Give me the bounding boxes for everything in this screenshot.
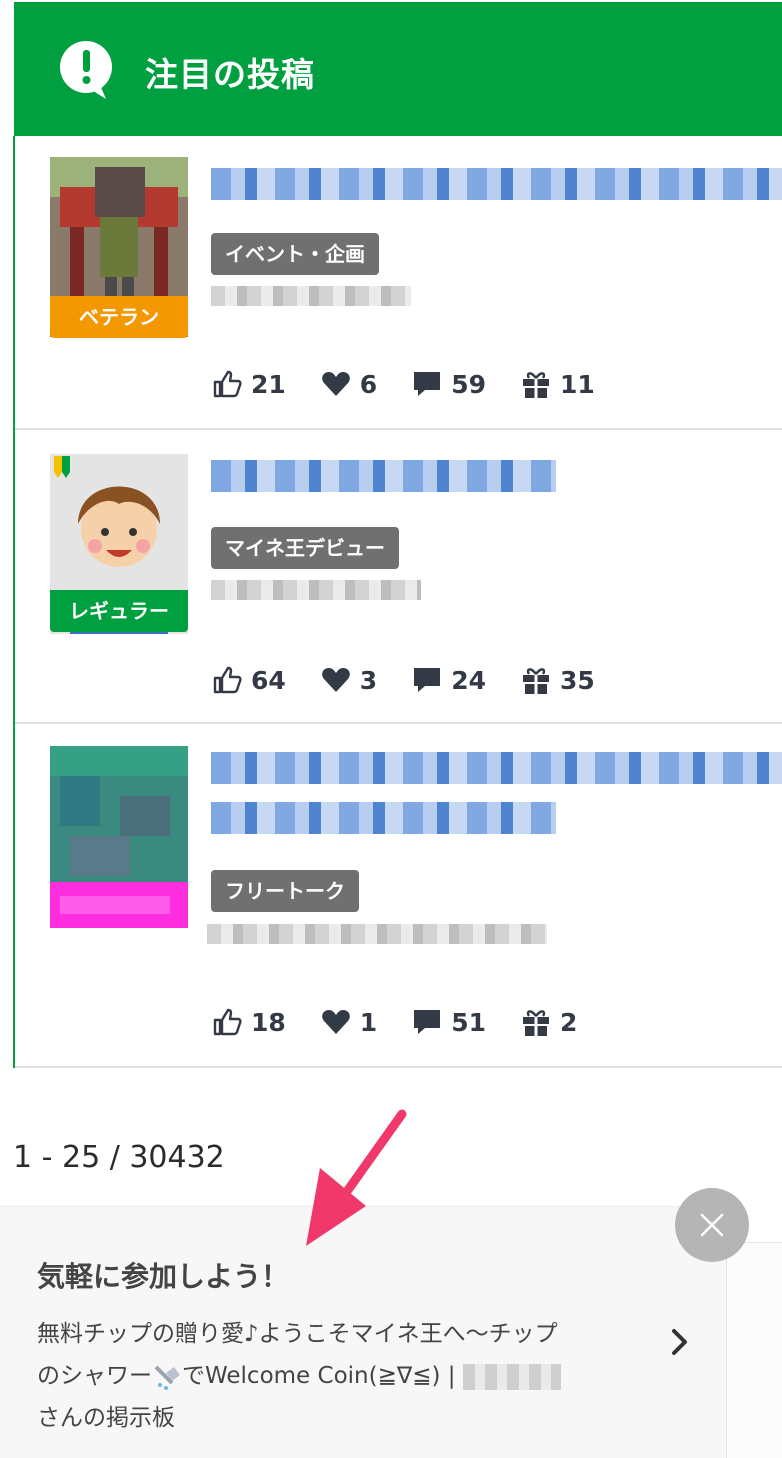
exclamation-bubble-icon <box>60 41 112 99</box>
post-stats: 21 6 59 11 <box>211 368 629 400</box>
thumbs-up-icon <box>213 1008 242 1036</box>
gift-icon <box>523 668 549 694</box>
rank-badge: レギュラー <box>50 590 188 632</box>
post-title-line2[interactable] <box>211 802 556 834</box>
comments-stat[interactable]: 24 <box>411 664 486 696</box>
close-button[interactable] <box>675 1188 749 1262</box>
username-blur <box>462 1363 561 1390</box>
promo-side-panel <box>726 1242 782 1458</box>
thumbs-up-icon <box>213 666 242 694</box>
hearts-stat[interactable]: 1 <box>320 1006 377 1038</box>
category-tag[interactable]: マイネ王デビュー <box>211 527 399 569</box>
promo-body-line3: さんの掲示板 <box>37 1405 175 1431</box>
heart-icon <box>321 372 350 396</box>
comment-bubble-icon <box>414 668 441 692</box>
likes-stat[interactable]: 21 <box>211 368 286 400</box>
likes-stat[interactable]: 18 <box>211 1006 286 1038</box>
comments-count: 59 <box>451 369 486 399</box>
promo-banner[interactable]: 気軽に参加しよう！ 無料チップの贈り愛♪ようこそマイネ王へ〜チップ のシャワーで… <box>0 1206 726 1458</box>
post-stats: 64 3 24 35 <box>211 664 629 696</box>
promo-body-line2: のシャワー でWelcome Coin(≧∇≦) | <box>37 1355 627 1397</box>
hearts-count: 1 <box>359 1007 378 1037</box>
post-title[interactable] <box>211 460 556 492</box>
featured-posts-header: 注目の投稿 <box>14 2 782 136</box>
gifts-stat[interactable]: 35 <box>520 664 595 696</box>
shower-icon <box>154 1365 180 1390</box>
likes-stat[interactable]: 64 <box>211 664 286 696</box>
category-tag[interactable]: イベント・企画 <box>211 233 379 275</box>
hearts-count: 3 <box>359 665 378 695</box>
post-title-line1[interactable] <box>211 752 782 784</box>
likes-count: 18 <box>251 1007 286 1037</box>
comment-bubble-icon <box>414 1010 441 1034</box>
gifts-stat[interactable]: 2 <box>520 1006 577 1038</box>
heart-icon <box>321 668 350 692</box>
hearts-stat[interactable]: 3 <box>320 664 377 696</box>
pagination-count: 1 - 25 / 30432 <box>13 1140 225 1175</box>
gifts-stat[interactable]: 11 <box>520 368 595 400</box>
post-stats: 18 1 51 2 <box>211 1006 611 1038</box>
hearts-stat[interactable]: 6 <box>320 368 377 400</box>
author-name <box>211 286 411 306</box>
comments-count: 51 <box>451 1007 486 1037</box>
chevron-right-icon[interactable] <box>665 1327 695 1357</box>
rank-badge: ベテラン <box>50 296 188 338</box>
gifts-count: 11 <box>560 369 595 399</box>
author-name <box>207 924 547 944</box>
post-card[interactable]: フリートーク 18 1 51 2 <box>15 724 782 1068</box>
post-feed: ベテラン イベント・企画 21 6 59 11 レギュラー マイネ王デビュー 6… <box>13 136 782 1068</box>
gifts-count: 35 <box>560 665 595 695</box>
post-card[interactable]: レギュラー マイネ王デビュー 64 3 24 35 <box>15 430 782 724</box>
comment-bubble-icon <box>414 372 441 396</box>
comments-stat[interactable]: 59 <box>411 368 486 400</box>
gift-icon <box>523 372 549 398</box>
user-avatar[interactable] <box>50 746 188 928</box>
post-title[interactable] <box>211 168 782 200</box>
likes-count: 64 <box>251 665 286 695</box>
promo-body[interactable]: 無料チップの贈り愛♪ようこそマイネ王へ〜チップ のシャワー でWelcome Co… <box>37 1313 627 1439</box>
hearts-count: 6 <box>359 369 378 399</box>
promo-body-line1: 無料チップの贈り愛♪ようこそマイネ王へ〜チップ <box>37 1321 558 1347</box>
comments-count: 24 <box>451 665 486 695</box>
category-tag[interactable]: フリートーク <box>211 870 359 912</box>
heart-icon <box>321 1010 350 1034</box>
author-name <box>211 580 421 600</box>
gift-icon <box>523 1010 549 1036</box>
page-title: 注目の投稿 <box>145 55 315 94</box>
close-icon <box>700 1213 724 1237</box>
post-card[interactable]: ベテラン イベント・企画 21 6 59 11 <box>15 136 782 430</box>
comments-stat[interactable]: 51 <box>411 1006 486 1038</box>
likes-count: 21 <box>251 369 286 399</box>
thumbs-up-icon <box>213 370 242 398</box>
gifts-count: 2 <box>560 1007 578 1037</box>
promo-title: 気軽に参加しよう！ <box>37 1260 290 1293</box>
